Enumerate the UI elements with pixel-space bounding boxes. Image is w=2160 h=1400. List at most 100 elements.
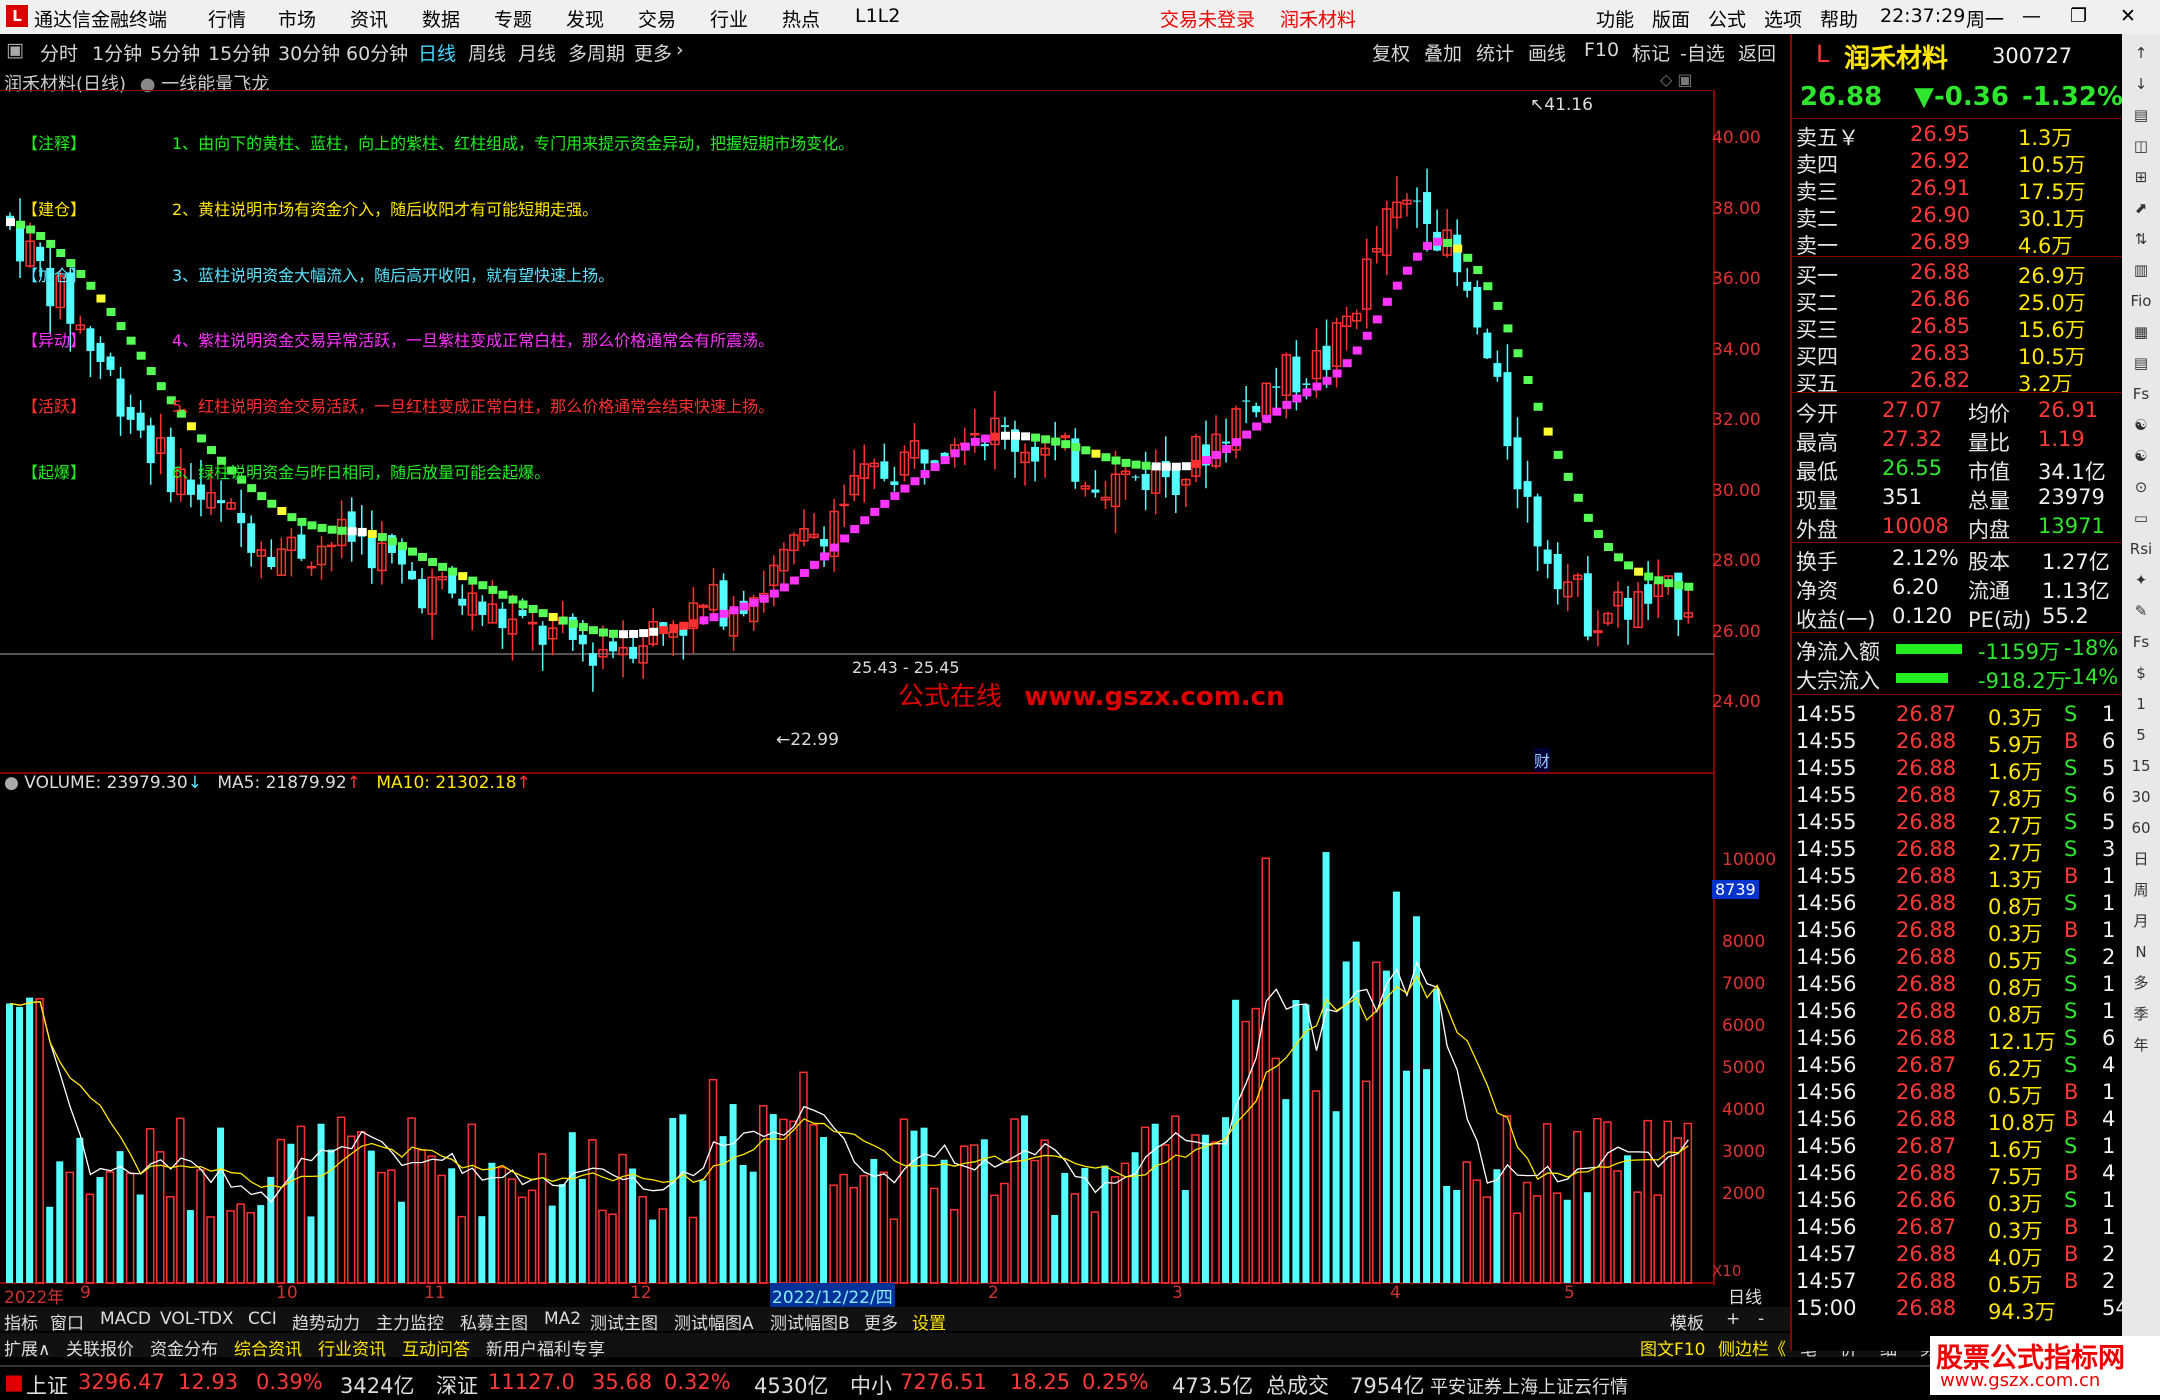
toolbar-icon[interactable]: 1 [2128,691,2154,717]
menu-item[interactable]: L1L2 [855,5,900,27]
login-warning[interactable]: 交易未登录 [1160,5,1255,32]
toolbar-icon[interactable]: ▥ [2128,257,2154,283]
toolbar-icon[interactable]: ▤ [2128,102,2154,128]
period-tab[interactable]: 5分钟 [150,39,200,66]
menu-item[interactable]: 交易 [638,5,676,32]
toolbar-icon[interactable]: ▭ [2128,505,2154,531]
toolbar-icon[interactable]: Fs [2128,381,2154,407]
indicator-tab[interactable]: 测试主图 [590,1309,658,1334]
toolbar-icon[interactable]: ☯ [2128,443,2154,469]
period-tab-selected[interactable]: 日线 [418,39,456,66]
panel-toggle-icon[interactable]: ▣ [6,39,24,61]
restore-icon[interactable]: ❐ [2070,5,2087,27]
indicator-tab[interactable]: CCI [248,1309,277,1329]
menu-item[interactable]: 热点 [782,5,820,32]
indicator-tab[interactable]: MACD [100,1309,151,1329]
menu-item[interactable]: 专题 [494,5,532,32]
remove-button[interactable]: - [1758,1309,1764,1329]
period-tab[interactable]: 月线 [518,39,556,66]
sidebar-button[interactable]: 侧边栏《 [1718,1335,1786,1360]
toolbar-icon[interactable]: Fio [2128,288,2154,314]
chevron-right-icon[interactable]: › [676,39,684,61]
menu-item[interactable]: 行业 [710,5,748,32]
toolbar-icon[interactable]: Rsi [2128,536,2154,562]
toolbar-icon[interactable]: ⇅ [2128,226,2154,252]
extension-tab[interactable]: 综合资讯 [234,1335,302,1360]
toolbar-icon[interactable]: ☯ [2128,412,2154,438]
menu-right-item[interactable]: 帮助 [1820,5,1858,32]
indicator-tab[interactable]: 测试幅图B [770,1309,850,1334]
chart-window-icons[interactable]: ◇ ▣ [1660,70,1693,89]
f10-button[interactable]: 图文F10 [1640,1335,1705,1360]
extension-tab[interactable]: 资金分布 [150,1335,218,1360]
indicator-tab[interactable]: 窗口 [50,1309,84,1334]
tool-button[interactable]: -自选 [1680,39,1725,66]
period-tab[interactable]: 更多 [634,39,672,66]
indicator-tab[interactable]: 私募主图 [460,1309,528,1334]
toolbar-icon[interactable]: 多 [2128,970,2154,996]
period-tab[interactable]: 分时 [40,39,78,66]
toolbar-icon[interactable]: 季 [2128,1001,2154,1027]
menu-right-item[interactable]: 功能 [1596,5,1634,32]
toolbar-icon[interactable]: ◫ [2128,133,2154,159]
toolbar-icon[interactable]: 60 [2128,815,2154,841]
menu-right-item[interactable]: 选项 [1764,5,1802,32]
toolbar-icon[interactable]: 日 [2128,846,2154,872]
extension-tab[interactable]: 关联报价 [66,1335,134,1360]
toolbar-icon[interactable]: ⬈ [2128,195,2154,221]
indicator-tab[interactable]: MA2 [544,1309,581,1329]
toolbar-icon[interactable]: 15 [2128,753,2154,779]
tool-button[interactable]: 复权 [1372,39,1410,66]
tool-button[interactable]: 画线 [1528,39,1566,66]
indicator-tab[interactable]: 测试幅图A [674,1309,754,1334]
tool-button[interactable]: 叠加 [1424,39,1462,66]
period-tab[interactable]: 周线 [468,39,506,66]
toolbar-icon[interactable]: 周 [2128,877,2154,903]
menu-item[interactable]: 行情 [208,5,246,32]
toolbar-icon[interactable]: ⊞ [2128,164,2154,190]
toolbar-icon[interactable]: $ [2128,660,2154,686]
toolbar-icon[interactable]: ▦ [2128,319,2154,345]
indicator-tab[interactable]: 趋势动力 [292,1309,360,1334]
menu-item[interactable]: 资讯 [350,5,388,32]
settings-tab[interactable]: 设置 [912,1309,946,1334]
template-button[interactable]: 模板 [1670,1309,1704,1334]
indicator-tab[interactable]: VOL-TDX [160,1309,234,1329]
period-tab[interactable]: 60分钟 [346,39,408,66]
tool-button[interactable]: 返回 [1738,39,1776,66]
toolbar-icon[interactable]: ▤ [2128,350,2154,376]
toolbar-icon[interactable]: ✎ [2128,598,2154,624]
indicator-tab[interactable]: 指标 [4,1309,38,1334]
extension-tab[interactable]: 扩展∧ [4,1335,50,1360]
toolbar-icon[interactable]: ↓ [2128,71,2154,97]
toolbar-icon[interactable]: ⊙ [2128,474,2154,500]
menu-right-item[interactable]: 版面 [1652,5,1690,32]
toolbar-icon[interactable]: ✦ [2128,567,2154,593]
tool-button[interactable]: 统计 [1476,39,1514,66]
toolbar-icon[interactable]: ↑ [2128,40,2154,66]
menu-item[interactable]: 数据 [422,5,460,32]
menu-right-item[interactable]: 公式 [1708,5,1746,32]
period-tab[interactable]: 15分钟 [208,39,270,66]
menu-item[interactable]: 发现 [566,5,604,32]
toolbar-icon[interactable]: 年 [2128,1032,2154,1058]
period-tab[interactable]: 1分钟 [92,39,142,66]
toolbar-icon[interactable]: 5 [2128,722,2154,748]
volume-settings-icon[interactable]: ● [4,773,19,793]
toolbar-icon[interactable]: Fs [2128,629,2154,655]
extension-tab[interactable]: 新用户福利专享 [486,1335,605,1360]
toolbar-icon[interactable]: 30 [2128,784,2154,810]
indicator-tab[interactable]: 更多 [864,1309,898,1334]
toolbar-icon[interactable]: N [2128,939,2154,965]
finance-marker[interactable]: 财 [1534,748,1551,772]
indicator-tab[interactable]: 主力监控 [376,1309,444,1334]
tool-button[interactable]: F10 [1584,39,1619,61]
tool-button[interactable]: 标记 [1632,39,1670,66]
close-icon[interactable]: ✕ [2120,5,2136,27]
add-button[interactable]: + [1726,1309,1740,1329]
menu-item[interactable]: 市场 [278,5,316,32]
period-tab[interactable]: 多周期 [568,39,625,66]
period-tab[interactable]: 30分钟 [278,39,340,66]
toolbar-icon[interactable]: 月 [2128,908,2154,934]
extension-tab[interactable]: 行业资讯 [318,1335,386,1360]
